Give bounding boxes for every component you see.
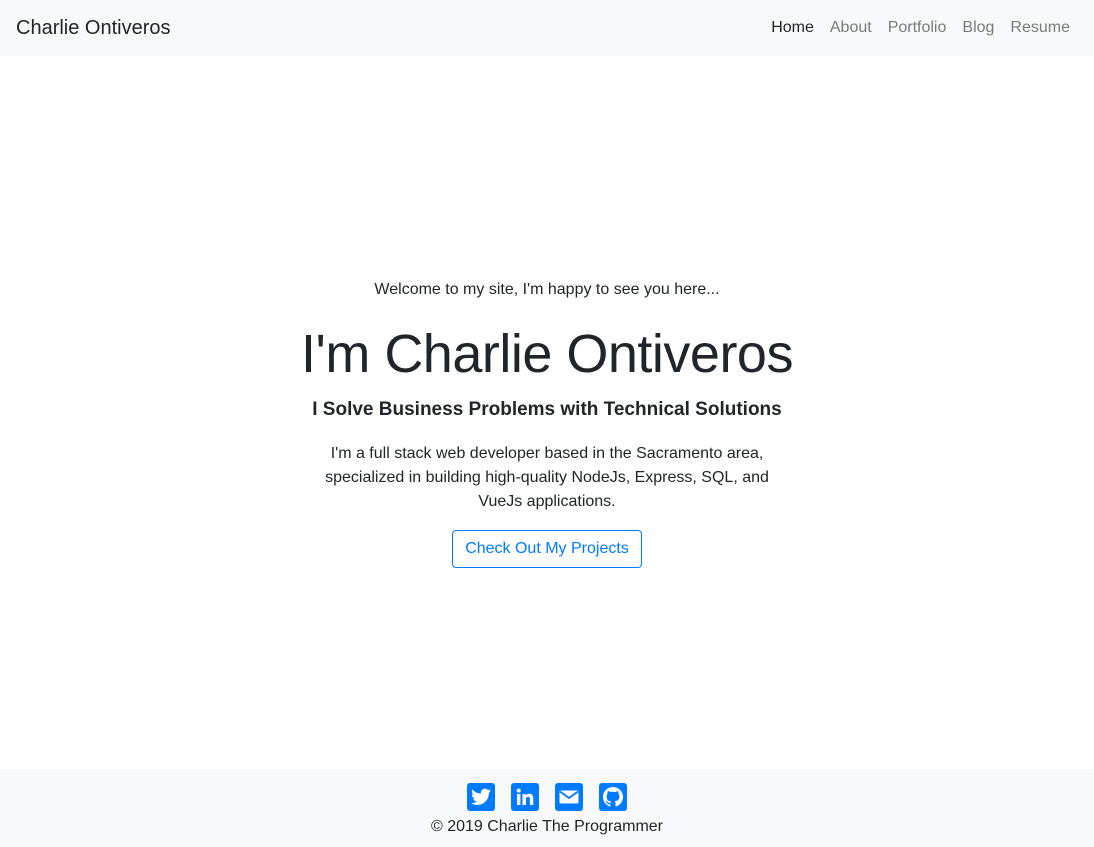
copyright-text: © 2019 Charlie The Programmer (430, 818, 664, 835)
nav-menu: Home About Portfolio Blog Resume (763, 19, 1078, 37)
hero-bio: I'm a full stack web developer based in … (325, 445, 769, 510)
twitter-icon[interactable] (467, 783, 495, 811)
hero-section: Welcome to my site, I'm happy to see you… (0, 56, 1094, 769)
linkedin-icon[interactable] (511, 783, 539, 811)
nav-resume-link[interactable]: Resume (1002, 19, 1078, 37)
footer: © 2019 Charlie The Programmer (0, 769, 1094, 847)
email-icon[interactable] (555, 783, 583, 811)
navbar: Charlie Ontiveros Home About Portfolio B… (0, 0, 1094, 56)
hero-headline: I'm Charlie Ontiveros (301, 324, 793, 384)
nav-home-link[interactable]: Home (763, 19, 822, 37)
nav-about-link[interactable]: About (822, 19, 880, 37)
social-links (459, 783, 635, 811)
brand-link[interactable]: Charlie Ontiveros (16, 17, 171, 40)
hero-subheading: I Solve Business Problems with Technical… (312, 399, 782, 420)
github-icon[interactable] (599, 783, 627, 811)
welcome-text: Welcome to my site, I'm happy to see you… (374, 281, 720, 298)
projects-button[interactable]: Check Out My Projects (452, 530, 642, 568)
nav-blog-link[interactable]: Blog (954, 19, 1002, 37)
nav-portfolio-link[interactable]: Portfolio (880, 19, 955, 37)
